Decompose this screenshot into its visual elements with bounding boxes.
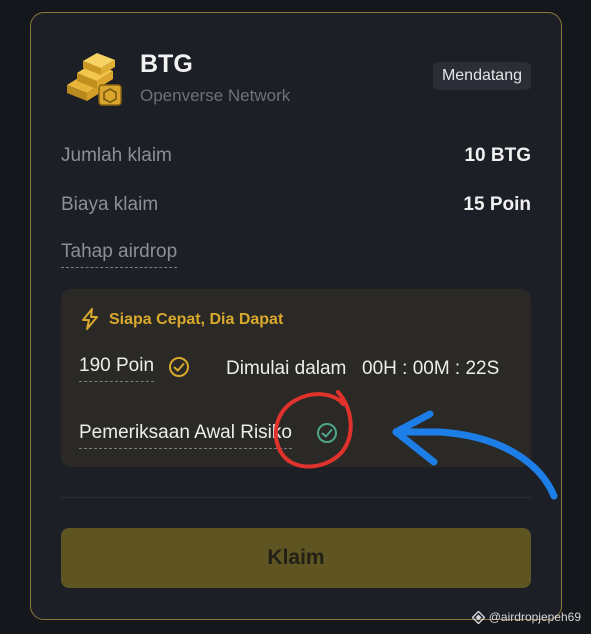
airdrop-stage-panel: Siapa Cepat, Dia Dapat 190 Poin Dimulai … bbox=[61, 289, 531, 467]
countdown-timer: 00H : 00M : 22S bbox=[362, 358, 500, 379]
claim-fee-label: Biaya klaim bbox=[61, 194, 159, 215]
divider bbox=[61, 497, 531, 498]
claim-button[interactable]: Klaim bbox=[61, 528, 531, 588]
airdrop-stage-label[interactable]: Tahap airdrop bbox=[61, 241, 178, 268]
lightning-icon bbox=[82, 308, 98, 330]
claim-amount-value: 10 BTG bbox=[464, 145, 531, 166]
risk-check-label[interactable]: Pemeriksaan Awal Risiko bbox=[79, 422, 292, 449]
points-requirement[interactable]: 190 Poin bbox=[79, 355, 155, 382]
airdrop-card: BTG Openverse Network Mendatang Jumlah k… bbox=[30, 12, 562, 620]
claim-amount-label: Jumlah klaim bbox=[61, 145, 172, 166]
check-circle-icon bbox=[317, 423, 337, 443]
diamond-logo-icon bbox=[471, 610, 485, 624]
gold-bars-icon bbox=[67, 53, 122, 106]
claim-fee-value: 15 Poin bbox=[463, 194, 531, 215]
start-in-label: Dimulai dalam bbox=[226, 358, 347, 379]
token-symbol: BTG bbox=[140, 50, 193, 78]
status-badge: Mendatang bbox=[432, 62, 531, 90]
check-circle-icon bbox=[169, 357, 189, 377]
watermark-text: @airdropjepeh69 bbox=[488, 610, 581, 624]
watermark: @airdropjepeh69 bbox=[471, 610, 581, 624]
token-network: Openverse Network bbox=[140, 86, 291, 105]
stage-title: Siapa Cepat, Dia Dapat bbox=[109, 311, 284, 328]
